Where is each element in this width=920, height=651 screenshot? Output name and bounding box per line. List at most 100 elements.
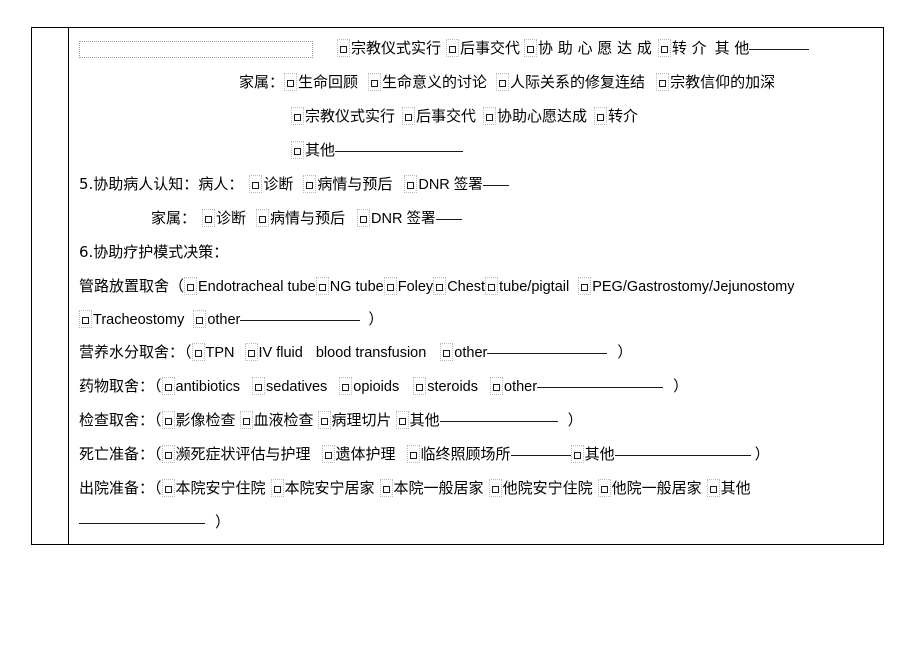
row-tube-placement: 管路放置取舍（ Endotracheal tube NG tube Foley Ches… bbox=[79, 270, 877, 303]
checkbox-peg-gastrostomy-jejunostomy[interactable] bbox=[578, 277, 592, 295]
option-dying-symptom-care: 濒死症状评估与护理 bbox=[175, 445, 311, 463]
label-medication: 药物取舍：（ bbox=[79, 377, 162, 395]
checkbox-referral-family[interactable] bbox=[594, 107, 608, 125]
option-nutrition-other: other bbox=[454, 345, 488, 361]
option-dnr-family: DNR 签署 bbox=[371, 211, 436, 227]
checkbox-medication-other[interactable] bbox=[490, 377, 503, 395]
document-page: 宗教仪式实行 后事交代协 助 心 愿 达 成转 介其 他 家属： 生命回顾 生命意义的… bbox=[0, 0, 920, 651]
close-paren-discharge: ） bbox=[215, 513, 231, 531]
checkbox-end-of-life-care-location[interactable] bbox=[406, 445, 420, 463]
checkbox-religious-rites-family[interactable] bbox=[291, 107, 304, 125]
label-family-sec5: 家属： bbox=[151, 209, 197, 227]
option-ng-tube: NG tube bbox=[329, 279, 384, 295]
checkbox-dnr-patient[interactable] bbox=[404, 175, 418, 193]
blank-line-dnr-patient[interactable] bbox=[482, 185, 509, 186]
checkbox-general-home-other-hospital[interactable] bbox=[597, 479, 611, 497]
label-other-r1: 其 他 bbox=[714, 39, 750, 57]
checkbox-blood-exam[interactable] bbox=[239, 411, 253, 429]
checkbox-foley[interactable] bbox=[383, 277, 397, 295]
row-nutrition-hydration: 营养水分取舍：（ TPN IV fluid blood transfusion othe… bbox=[79, 336, 877, 370]
checkbox-opioids[interactable] bbox=[339, 377, 353, 395]
label-death-preparation: 死亡准备：（ bbox=[79, 445, 162, 463]
checkbox-relationship-repair[interactable] bbox=[496, 73, 510, 91]
close-paren-death-prep: ） bbox=[754, 445, 770, 463]
blank-line-care-location[interactable] bbox=[510, 455, 571, 456]
checkbox-discharge-other[interactable] bbox=[706, 479, 720, 497]
option-end-of-life-care-location: 临终照顾场所 bbox=[420, 445, 511, 463]
checkbox-exam-other[interactable] bbox=[395, 411, 409, 429]
checkbox-sedatives[interactable] bbox=[252, 377, 265, 395]
blank-line-tube-other[interactable] bbox=[240, 320, 361, 321]
blank-line-nutrition-other[interactable] bbox=[487, 353, 608, 354]
blank-line-r1[interactable] bbox=[749, 49, 810, 50]
checkbox-hospice-inpatient-other-hospital[interactable] bbox=[488, 479, 502, 497]
row-examinations: 检查取舍：（ 影像检查 血液检查 病理切片 其他 ） bbox=[79, 404, 877, 438]
blank-line-discharge-other[interactable] bbox=[79, 523, 205, 524]
checkbox-deepen-faith[interactable] bbox=[656, 73, 670, 91]
checkbox-life-review[interactable] bbox=[284, 73, 298, 91]
close-paren-exams: ） bbox=[567, 411, 583, 429]
option-meaning-of-life-discussion: 生命意义的讨论 bbox=[382, 73, 488, 91]
checkbox-imaging-exam[interactable] bbox=[161, 411, 175, 429]
option-medication-other: other bbox=[504, 379, 538, 395]
checkbox-fulfil-wishes[interactable] bbox=[524, 39, 538, 57]
option-diagnosis-family: 诊断 bbox=[216, 209, 247, 227]
label-tube-placement: 管路放置取舍（ bbox=[79, 277, 185, 295]
empty-text-field[interactable] bbox=[79, 41, 313, 59]
checkbox-dying-symptom-care[interactable] bbox=[161, 445, 175, 463]
checkbox-pathology-section[interactable] bbox=[317, 411, 331, 429]
blank-line-medication-other[interactable] bbox=[537, 387, 664, 388]
checkbox-general-home-own[interactable] bbox=[379, 479, 393, 497]
checkbox-iv-fluid[interactable] bbox=[244, 343, 258, 361]
checkbox-dnr-family[interactable] bbox=[357, 209, 371, 227]
checkbox-funeral-arrangements[interactable] bbox=[446, 39, 460, 57]
checkbox-diagnosis-patient[interactable] bbox=[249, 175, 263, 193]
option-religious-rites-family: 宗教仪式实行 bbox=[305, 107, 396, 125]
option-funeral-arrangements: 后事交代 bbox=[460, 39, 521, 57]
checkbox-steroids[interactable] bbox=[413, 377, 427, 395]
row-discharge-preparation: 出院准备：（ 本院安宁住院 本院安宁居家 本院一般居家 他院安宁住院 他院一般居家 其他 bbox=[79, 472, 877, 506]
checkbox-diagnosis-family[interactable] bbox=[202, 209, 216, 227]
checkbox-fulfil-wishes-family[interactable] bbox=[483, 107, 497, 125]
checkbox-antibiotics[interactable] bbox=[161, 377, 175, 395]
label-discharge-preparation: 出院准备：（ bbox=[79, 479, 162, 497]
checkbox-nutrition-other[interactable] bbox=[440, 343, 454, 361]
option-relationship-repair: 人际关系的修复连结 bbox=[510, 73, 646, 91]
option-prognosis-patient: 病情与预后 bbox=[317, 175, 393, 193]
row-religious-rites-line: 宗教仪式实行 后事交代协 助 心 愿 达 成 转 介其 他 bbox=[79, 32, 877, 66]
checkbox-body-care[interactable] bbox=[321, 445, 335, 463]
checkbox-endotracheal-tube[interactable] bbox=[184, 277, 198, 295]
option-iv-fluid: IV fluid bbox=[258, 345, 303, 361]
checkbox-religious-rites[interactable] bbox=[337, 39, 350, 57]
checkbox-funeral-arrangements-family[interactable] bbox=[402, 107, 416, 125]
blank-line-dnr-family[interactable] bbox=[435, 219, 462, 220]
option-life-review: 生命回顾 bbox=[298, 73, 359, 91]
checkbox-other-family[interactable] bbox=[291, 141, 304, 159]
checkbox-tracheostomy[interactable] bbox=[79, 310, 92, 328]
row-family-spiritual-line: 家属： 生命回顾 生命意义的讨论 人际关系的修复连结 宗教信仰的加深 bbox=[79, 66, 877, 100]
option-tpn: TPN bbox=[205, 345, 235, 361]
checkbox-prognosis-family[interactable] bbox=[256, 209, 270, 227]
checkbox-referral[interactable] bbox=[657, 39, 671, 57]
checkbox-hospice-home-own[interactable] bbox=[270, 479, 284, 497]
checkbox-hospice-inpatient-own[interactable] bbox=[161, 479, 175, 497]
option-pathology-section: 病理切片 bbox=[331, 411, 392, 429]
blank-line-death-prep-other[interactable] bbox=[614, 455, 751, 456]
blank-line-exam-other[interactable] bbox=[439, 421, 558, 422]
table-left-column bbox=[32, 28, 69, 544]
checkbox-death-prep-other[interactable] bbox=[570, 445, 584, 463]
row-tube-placement-cont: Tracheostomy other ） bbox=[79, 303, 877, 336]
checkbox-chest-tube[interactable] bbox=[433, 277, 447, 295]
checkbox-prognosis-patient[interactable] bbox=[303, 175, 317, 193]
option-funeral-arrangements-family: 后事交代 bbox=[416, 107, 477, 125]
checkbox-chest-tube-secondary[interactable] bbox=[485, 277, 499, 295]
form-content: 宗教仪式实行 后事交代协 助 心 愿 达 成转 介其 他 家属： 生命回顾 生命意义的… bbox=[69, 28, 883, 540]
checkbox-meaning-of-life-discussion[interactable] bbox=[368, 73, 382, 91]
checkbox-ng-tube[interactable] bbox=[315, 277, 329, 295]
option-prognosis-family: 病情与预后 bbox=[270, 209, 346, 227]
option-tracheostomy: Tracheostomy bbox=[93, 312, 185, 328]
row-family-rites-line: 宗教仪式实行 后事交代 协助心愿达成 转介 bbox=[79, 100, 877, 134]
blank-line-other-family[interactable] bbox=[335, 151, 464, 152]
checkbox-tube-other[interactable] bbox=[193, 310, 207, 328]
checkbox-tpn[interactable] bbox=[191, 343, 205, 361]
